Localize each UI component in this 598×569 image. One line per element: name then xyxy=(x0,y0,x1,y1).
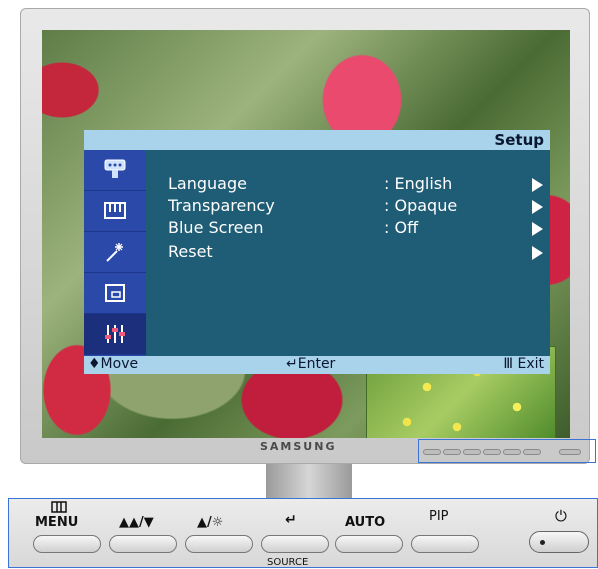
front-button[interactable] xyxy=(443,449,461,455)
front-power-button[interactable] xyxy=(559,449,581,455)
exit-hint: Ⅲ Exit xyxy=(503,356,544,372)
osd-menu: Setup Language: English Transparency: … xyxy=(84,130,550,374)
osd-row-transparency[interactable]: Transparency : Opaque xyxy=(168,196,543,218)
setup-sliders-icon xyxy=(105,325,125,343)
osd-hint-bar: ♦Move ↵Enter Ⅲ Exit xyxy=(84,356,550,374)
front-button-highlight xyxy=(418,439,596,463)
osd-tab-bar xyxy=(84,150,146,356)
osd-row-reset[interactable]: Reset xyxy=(168,242,543,264)
move-hint: ♦Move xyxy=(88,356,139,372)
input-icon xyxy=(104,159,126,178)
menu-label: MENU xyxy=(35,515,79,530)
pip-label: PIP xyxy=(429,509,449,524)
source-label: SOURCE xyxy=(267,557,309,568)
osd-tab-picture[interactable] xyxy=(84,191,146,232)
arrow-right-icon xyxy=(532,246,543,260)
osd-row-blue-screen[interactable]: Blue Screen : Off xyxy=(168,218,543,240)
front-button[interactable] xyxy=(463,449,481,455)
control-panel: MENU ▲▲/▼ ▲/☼ ↵ AUTO PIP ⏻ SOURCE xyxy=(8,498,598,568)
pip-button[interactable] xyxy=(411,535,479,553)
power-indicator xyxy=(540,540,545,545)
auto-button[interactable] xyxy=(335,535,403,553)
brand-logo: SAMSUNG xyxy=(260,440,337,453)
monitor-stand xyxy=(266,464,352,498)
osd-row-label: Blue Screen xyxy=(168,218,264,237)
power-button[interactable] xyxy=(529,531,589,553)
brightness-down-label: ▲▲/▼ xyxy=(119,515,154,530)
source-icon: ↵ xyxy=(285,512,297,528)
osd-title: Setup xyxy=(494,131,544,149)
osd-row-value: : Opaque xyxy=(384,196,458,215)
window-icon xyxy=(105,284,125,302)
power-icon: ⏻ xyxy=(555,507,567,525)
menu-button[interactable] xyxy=(33,535,101,553)
up-button[interactable] xyxy=(185,535,253,553)
arrow-right-icon xyxy=(532,178,543,192)
up-brightness-label: ▲/☼ xyxy=(197,515,224,530)
front-button[interactable] xyxy=(503,449,521,455)
enter-hint: ↵Enter xyxy=(286,356,336,372)
osd-tab-magic[interactable] xyxy=(84,232,146,273)
osd-row-label: Transparency xyxy=(168,196,275,215)
osd-tab-setup[interactable] xyxy=(84,314,146,355)
osd-row-language[interactable]: Language : English xyxy=(168,174,543,196)
arrow-right-icon xyxy=(532,200,543,214)
osd-title-bar: Setup xyxy=(84,130,550,150)
osd-tab-window[interactable] xyxy=(84,273,146,314)
osd-tab-input[interactable] xyxy=(84,150,146,191)
down-button[interactable] xyxy=(109,535,177,553)
picture-icon xyxy=(104,202,126,219)
monitor-screen: Setup Language: English Transparency: … xyxy=(42,30,570,438)
osd-row-label: Reset xyxy=(168,242,213,261)
front-button[interactable] xyxy=(523,449,541,455)
monitor: Setup Language: English Transparency: … xyxy=(20,8,590,464)
source-button[interactable] xyxy=(261,535,329,553)
osd-row-label: Language xyxy=(168,174,247,193)
osd-row-value: : English xyxy=(384,174,453,193)
arrow-right-icon xyxy=(532,222,543,236)
auto-label: AUTO xyxy=(345,515,386,530)
osd-setup-panel: Language : English Transparency : Opaque… xyxy=(146,150,550,356)
magic-icon xyxy=(106,243,123,262)
front-button[interactable] xyxy=(483,449,501,455)
menu-icon xyxy=(51,501,67,513)
osd-row-value: : Off xyxy=(384,218,419,237)
front-button[interactable] xyxy=(423,449,441,455)
